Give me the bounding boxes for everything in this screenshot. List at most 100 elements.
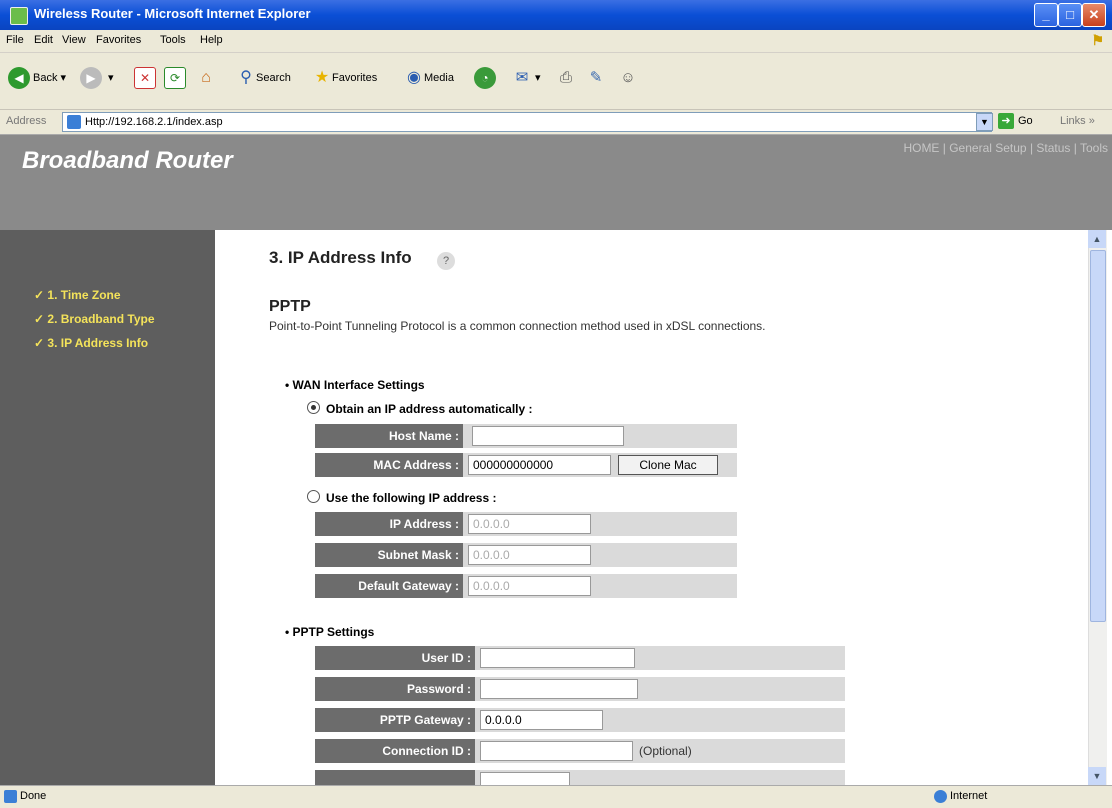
clone-mac-button[interactable]: Clone Mac — [618, 455, 718, 475]
sidebar-item-time-zone[interactable]: ✓ 1. Time Zone — [34, 288, 121, 302]
address-url: Http://192.168.2.1/index.asp — [85, 116, 223, 128]
toolbar: ◀ Back ▾ ▶ ▾ ✕ ⟳ ⌂ ⚲ Search ★ Favorites ◉ Me… — [0, 53, 1112, 110]
internet-zone-icon — [934, 790, 947, 803]
forward-arrow-icon: ▶ — [80, 67, 102, 90]
forward-button[interactable]: ▶ ▾ — [80, 65, 114, 91]
messenger-icon: ☺ — [620, 69, 636, 87]
section-title: PPTP — [269, 298, 311, 315]
menu-view[interactable]: View — [62, 34, 86, 46]
menu-edit[interactable]: Edit — [34, 34, 53, 46]
pptp-gateway-input[interactable] — [480, 710, 603, 730]
status-text: Done — [20, 790, 47, 802]
host-name-label: Host Name : — [315, 424, 463, 448]
minimize-button[interactable]: _ — [1034, 3, 1058, 27]
connection-id-input[interactable] — [480, 741, 633, 761]
ip-address-row: IP Address : — [315, 512, 737, 536]
home-button[interactable]: ⌂ — [196, 65, 216, 91]
pptp-heading-text: PPTP Settings — [292, 625, 375, 639]
user-id-label: User ID : — [315, 646, 475, 670]
next-field-input[interactable] — [480, 772, 570, 785]
next-field-label — [315, 770, 475, 785]
history-icon: ◔ — [474, 67, 496, 90]
scroll-up-icon[interactable]: ▲ — [1088, 230, 1106, 248]
media-icon: ◉ — [407, 69, 421, 87]
default-gateway-input[interactable] — [468, 576, 591, 596]
media-button[interactable]: ◉ Media — [404, 65, 454, 91]
home-icon: ⌂ — [201, 69, 211, 87]
go-arrow-icon: ➜ — [998, 113, 1014, 129]
address-input[interactable]: Http://192.168.2.1/index.asp — [62, 112, 992, 132]
check-icon: ✓ — [34, 288, 48, 302]
maximize-button[interactable]: □ — [1058, 3, 1082, 27]
help-icon[interactable]: ? — [437, 252, 455, 270]
security-zone: Internet — [950, 790, 988, 802]
scroll-down-icon[interactable]: ▼ — [1088, 767, 1106, 785]
edit-button[interactable]: ✎ — [586, 65, 606, 91]
close-button[interactable]: ✕ — [1082, 3, 1106, 27]
password-input[interactable] — [480, 679, 638, 699]
page-done-icon — [4, 790, 17, 803]
go-button[interactable]: ➜ Go — [998, 113, 1033, 129]
sidebar-item-ip-address-info[interactable]: ✓ 3. IP Address Info — [34, 336, 148, 350]
page-title: 3. IP Address Info — [269, 248, 412, 267]
connection-id-row: Connection ID : (Optional) — [315, 739, 845, 763]
user-id-row: User ID : — [315, 646, 845, 670]
stop-button[interactable]: ✕ — [134, 65, 156, 91]
links-label: Links — [1060, 115, 1086, 127]
ip-address-label: IP Address : — [315, 512, 463, 536]
address-bar: Address Http://192.168.2.1/index.asp ▼ ➜… — [0, 110, 1112, 135]
sidebar-item-label: 3. IP Address Info — [47, 336, 149, 350]
menu-tools[interactable]: Tools — [160, 34, 186, 46]
messenger-button[interactable]: ☺ — [618, 65, 638, 91]
user-id-input[interactable] — [480, 648, 635, 668]
address-dropdown-icon[interactable]: ▼ — [976, 113, 993, 131]
links-button[interactable]: Links » — [1060, 115, 1095, 127]
use-static-ip-label: Use the following IP address : — [326, 491, 497, 505]
use-static-ip-radio[interactable]: Use the following IP address : — [307, 490, 496, 505]
search-button[interactable]: ⚲ Search — [236, 65, 291, 91]
menu-favorites[interactable]: Favorites — [96, 34, 141, 46]
connection-id-label: Connection ID : — [315, 739, 475, 763]
main-content: 3. IP Address Info ? PPTP Point-to-Point… — [215, 230, 1085, 785]
scroll-thumb[interactable] — [1090, 250, 1106, 622]
optional-note: (Optional) — [639, 744, 692, 758]
wizard-sidebar: ✓ 1. Time Zone ✓ 2. Broadband Type ✓ 3. … — [0, 230, 215, 785]
favorites-star-icon: ★ — [314, 69, 330, 87]
menu-help[interactable]: Help — [200, 34, 223, 46]
pptp-settings-heading: • PPTP Settings — [285, 625, 375, 639]
ie-app-icon — [10, 7, 28, 25]
mac-address-label: MAC Address : — [315, 453, 463, 477]
history-button[interactable]: ◔ — [474, 65, 499, 91]
sidebar-item-label: 1. Time Zone — [47, 288, 121, 302]
windows-logo-icon: ⚑ — [1091, 32, 1104, 48]
mail-button[interactable]: ✉ ▾ — [512, 65, 541, 91]
top-navigation[interactable]: HOME | General Setup | Status | Tools — [903, 141, 1108, 155]
back-button[interactable]: ◀ Back ▾ — [8, 65, 66, 91]
ip-address-input[interactable] — [468, 514, 591, 534]
sidebar-item-broadband-type[interactable]: ✓ 2. Broadband Type — [34, 312, 155, 326]
print-button[interactable]: ⎙ — [556, 65, 576, 91]
obtain-ip-auto-radio[interactable]: Obtain an IP address automatically : — [307, 401, 533, 416]
next-field-row — [315, 770, 845, 785]
host-name-input[interactable] — [472, 426, 624, 446]
back-label: Back — [33, 72, 58, 84]
wan-heading-text: WAN Interface Settings — [292, 378, 425, 392]
sidebar-item-label: 2. Broadband Type — [47, 312, 155, 326]
pptp-gateway-label: PPTP Gateway : — [315, 708, 475, 732]
subnet-mask-input[interactable] — [468, 545, 591, 565]
radio-selected-icon — [307, 401, 320, 414]
radio-unselected-icon — [307, 490, 320, 503]
address-label: Address — [6, 115, 47, 127]
menu-file[interactable]: File — [6, 34, 24, 46]
title-bar: Wireless Router - Microsoft Internet Exp… — [0, 0, 1112, 30]
menu-bar: File Edit View Favorites Tools Help ⚑ — [0, 30, 1112, 53]
refresh-button[interactable]: ⟳ — [164, 65, 186, 91]
favorites-button[interactable]: ★ Favorites — [312, 65, 377, 91]
mac-address-input[interactable] — [468, 455, 611, 475]
password-row: Password : — [315, 677, 845, 701]
print-icon: ⎙ — [559, 69, 572, 87]
edit-page-icon: ✎ — [589, 69, 603, 87]
refresh-icon: ⟳ — [164, 67, 186, 90]
default-gateway-label: Default Gateway : — [315, 574, 463, 598]
page-icon — [67, 115, 81, 130]
